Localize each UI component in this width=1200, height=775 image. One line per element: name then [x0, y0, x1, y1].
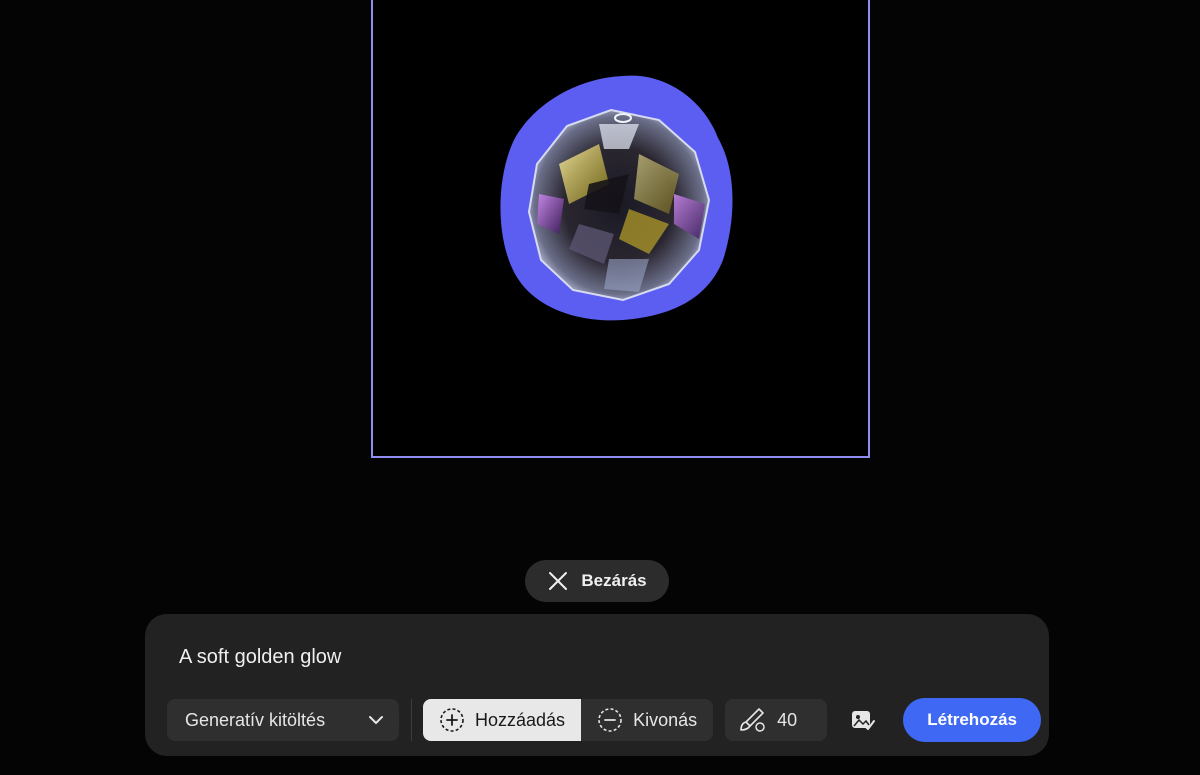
sample-image-button[interactable]: [841, 699, 885, 741]
add-selection-icon: [440, 708, 464, 732]
close-button[interactable]: Bezárás: [525, 560, 669, 602]
mode-dropdown-value: Generatív kitöltés: [185, 709, 326, 730]
mode-dropdown[interactable]: Generatív kitöltés: [167, 699, 399, 741]
canvas-image: [500, 75, 733, 321]
brush-size-control[interactable]: 40: [725, 699, 828, 741]
generate-button[interactable]: Létrehozás: [903, 698, 1042, 742]
prompt-input[interactable]: [163, 636, 1023, 678]
brush-icon: [740, 708, 765, 732]
close-icon: [549, 572, 568, 590]
app-root: Bezárás Generatív kitöltés Hozzá: [0, 0, 1200, 775]
brush-size-value: 40: [777, 709, 798, 730]
close-label: Bezárás: [581, 571, 647, 590]
subtract-button[interactable]: Kivonás: [581, 699, 713, 741]
sample-image-icon: [852, 711, 876, 730]
selection-mode-group: Hozzáadás Kivonás: [423, 699, 714, 741]
generative-fill-panel: Generatív kitöltés Hozzáadás: [145, 614, 1049, 756]
toolbar-divider: [411, 699, 412, 741]
canvas-artboard[interactable]: [371, 0, 870, 458]
generate-label: Létrehozás: [927, 710, 1017, 729]
subtract-label: Kivonás: [633, 709, 698, 730]
subtract-selection-icon: [598, 708, 622, 732]
add-label: Hozzáadás: [475, 709, 566, 730]
add-button[interactable]: Hozzáadás: [423, 699, 582, 741]
panel-toolbar: Generatív kitöltés Hozzáadás Kivonás 40 …: [167, 698, 1042, 742]
chevron-down-icon: [369, 716, 383, 724]
